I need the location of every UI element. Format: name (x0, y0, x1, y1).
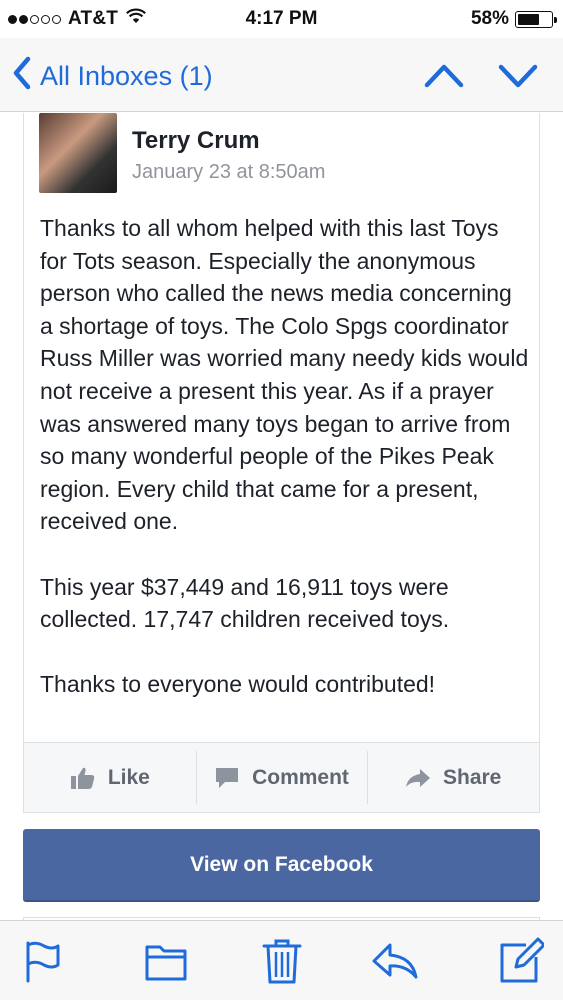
share-button[interactable]: Share (367, 743, 539, 812)
share-icon (405, 766, 431, 790)
flag-button[interactable] (18, 937, 66, 985)
status-bar: AT&T 4:17 PM 58% (0, 0, 563, 38)
flag-icon (26, 941, 60, 983)
post-action-bar: Like Comment Share (23, 742, 540, 813)
battery-fill (518, 13, 539, 25)
previous-message-button[interactable] (423, 58, 465, 92)
trash-icon (262, 939, 302, 984)
chevron-left-icon (12, 56, 40, 97)
compose-button[interactable] (496, 937, 546, 985)
message-navigation (423, 58, 539, 92)
post-author[interactable]: Terry Crum (132, 127, 260, 155)
post-paragraph: Thanks to everyone would contributed! (40, 671, 436, 698)
like-button[interactable]: Like (24, 743, 196, 812)
view-on-facebook-button[interactable]: View on Facebook (23, 829, 540, 902)
facebook-post-card: Terry Crum January 23 at 8:50am Thanks t… (23, 113, 540, 813)
chevron-up-icon (424, 64, 464, 88)
navigation-bar: All Inboxes (1) (0, 38, 563, 112)
move-to-folder-button[interactable] (142, 937, 190, 985)
battery-tip (554, 16, 557, 23)
post-text: Thanks to all whom helped with this last… (40, 212, 530, 734)
like-label: Like (107, 765, 150, 789)
message-body[interactable]: Terry Crum January 23 at 8:50am Thanks t… (0, 113, 563, 927)
post-paragraph: This year $37,449 and 16,911 toys were c… (40, 573, 450, 633)
thumbs-up-icon (70, 766, 96, 790)
mail-message-view: AT&T 4:17 PM 58% All Inboxes (1) Terry C… (0, 0, 563, 1000)
reply-button[interactable] (370, 937, 418, 985)
avatar[interactable] (39, 113, 117, 193)
back-button[interactable]: All Inboxes (1) (12, 56, 213, 97)
post-date[interactable]: January 23 at 8:50am (132, 161, 325, 184)
post-paragraph: Thanks to all whom helped with this last… (40, 215, 529, 535)
status-right: 58% (470, 8, 557, 30)
comment-icon (214, 766, 240, 790)
mail-toolbar (0, 920, 563, 1000)
compose-icon (500, 937, 546, 983)
battery-percent: 58% (470, 8, 509, 29)
back-button-label: All Inboxes (1) (40, 61, 213, 91)
comment-button[interactable]: Comment (195, 743, 368, 812)
chevron-down-icon (498, 64, 538, 88)
comment-label: Comment (252, 765, 349, 789)
battery-icon (515, 10, 557, 28)
folder-icon (145, 945, 187, 981)
reply-icon (372, 943, 418, 979)
trash-button[interactable] (258, 937, 306, 985)
share-label: Share (442, 765, 502, 789)
next-message-button[interactable] (497, 58, 539, 92)
